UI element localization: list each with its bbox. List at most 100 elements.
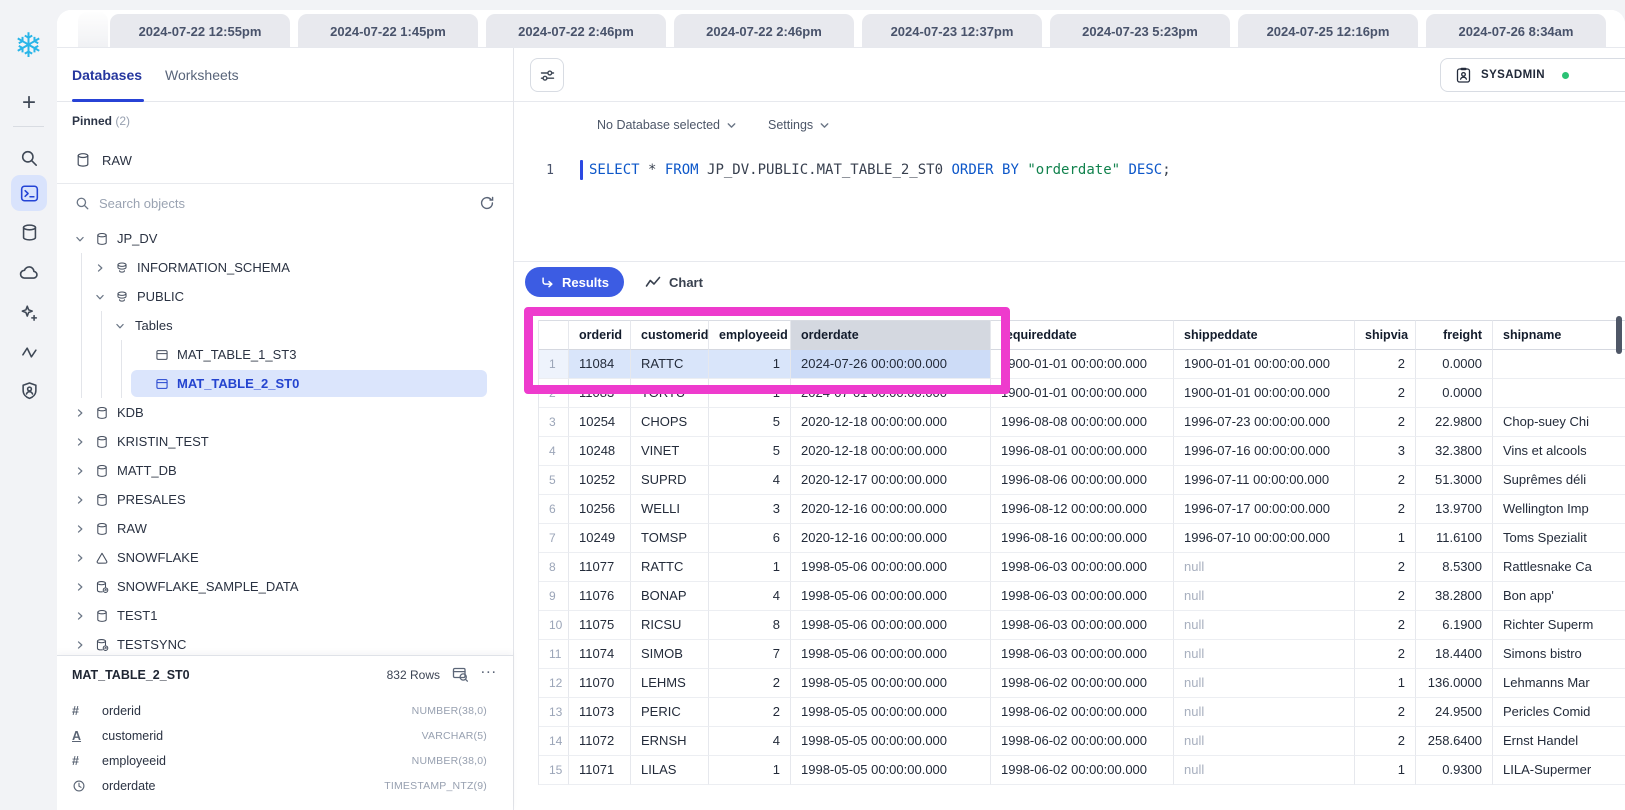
table-cell[interactable]: 1 (709, 379, 791, 408)
chevron-right-icon[interactable] (75, 553, 95, 563)
table-cell[interactable]: WELLI (631, 495, 709, 524)
table-cell[interactable]: 10248 (569, 437, 631, 466)
table-cell[interactable]: 1998-05-05 00:00:00.000 (791, 698, 991, 727)
table-cell[interactable]: 1996-08-06 00:00:00.000 (991, 466, 1174, 495)
table-cell[interactable]: Lehmanns Mar (1493, 669, 1625, 698)
database-selector[interactable]: No Database selected (597, 102, 737, 148)
table-cell[interactable]: 18.4400 (1416, 640, 1493, 669)
table-cell[interactable]: 1 (1355, 669, 1416, 698)
row-number-cell[interactable]: 15 (539, 756, 569, 785)
chevron-down-icon[interactable] (75, 234, 95, 244)
table-cell[interactable]: 2 (1355, 408, 1416, 437)
table-cell[interactable]: 1998-05-06 00:00:00.000 (791, 640, 991, 669)
table-cell[interactable]: Chop-suey Chi (1493, 408, 1625, 437)
table-cell[interactable]: 2 (709, 669, 791, 698)
table-cell[interactable]: ERNSH (631, 727, 709, 756)
table-cell[interactable]: 1996-08-01 00:00:00.000 (991, 437, 1174, 466)
table-cell[interactable]: LILA-Supermer (1493, 756, 1625, 785)
chevron-right-icon[interactable] (75, 640, 95, 650)
table-cell[interactable]: 1998-05-06 00:00:00.000 (791, 582, 991, 611)
table-cell[interactable]: TORTU (631, 379, 709, 408)
worksheet-tab[interactable]: 2024-07-26 8:34am (1426, 14, 1606, 48)
table-cell[interactable]: 5 (709, 437, 791, 466)
table-cell[interactable]: 258.6400 (1416, 727, 1493, 756)
table-cell[interactable]: null (1174, 727, 1355, 756)
table-cell[interactable]: 2 (1355, 611, 1416, 640)
table-cell[interactable]: 1900-01-01 00:00:00.000 (1174, 350, 1355, 379)
column-header-employeeid[interactable]: employeeid (709, 320, 791, 350)
table-cell[interactable]: 1998-05-05 00:00:00.000 (791, 727, 991, 756)
row-number-cell[interactable]: 12 (539, 669, 569, 698)
table-cell[interactable]: VINET (631, 437, 709, 466)
table-cell[interactable]: 4 (709, 582, 791, 611)
column-header-freight[interactable]: freight (1416, 320, 1493, 350)
chevron-right-icon[interactable] (75, 582, 95, 592)
tree-item-kdb[interactable]: KDB (57, 398, 513, 427)
table-cell[interactable]: 1900-01-01 00:00:00.000 (991, 350, 1174, 379)
new-worksheet-button[interactable]: + (11, 85, 47, 121)
role-selector-button[interactable]: SYSADMIN (1440, 58, 1625, 92)
table-cell[interactable]: Pericles Comid (1493, 698, 1625, 727)
chevron-right-icon[interactable] (75, 495, 95, 505)
row-number-cell[interactable]: 6 (539, 495, 569, 524)
worksheet-tab[interactable]: 2024-07-22 1:45pm (298, 14, 478, 48)
table-cell[interactable]: LEHMS (631, 669, 709, 698)
table-cell[interactable]: 1 (709, 756, 791, 785)
table-cell[interactable]: 1998-05-05 00:00:00.000 (791, 669, 991, 698)
table-cell[interactable]: 2020-12-16 00:00:00.000 (791, 495, 991, 524)
table-cell[interactable]: 11071 (569, 756, 631, 785)
worksheet-tab[interactable]: 2024-07-25 12:16pm (1238, 14, 1418, 48)
table-cell[interactable]: 32.3800 (1416, 437, 1493, 466)
table-cell[interactable]: 10249 (569, 524, 631, 553)
row-number-cell[interactable]: 5 (539, 466, 569, 495)
table-cell[interactable]: null (1174, 640, 1355, 669)
table-cell[interactable]: 2024-07-26 00:00:00.000 (791, 350, 991, 379)
table-cell[interactable]: 1 (1355, 524, 1416, 553)
table-cell[interactable]: Simons bistro (1493, 640, 1625, 669)
tree-item-information_schema[interactable]: INFORMATION_SCHEMA (57, 253, 513, 282)
tree-item-test1[interactable]: TEST1 (57, 601, 513, 630)
column-header-customerid[interactable]: customerid (631, 320, 709, 350)
table-cell[interactable]: Vins et alcools (1493, 437, 1625, 466)
table-cell[interactable]: 13.9700 (1416, 495, 1493, 524)
table-cell[interactable]: 1996-08-08 00:00:00.000 (991, 408, 1174, 437)
table-cell[interactable]: 2 (1355, 698, 1416, 727)
table-cell[interactable]: 2020-12-18 00:00:00.000 (791, 437, 991, 466)
table-cell[interactable]: 1998-05-05 00:00:00.000 (791, 756, 991, 785)
table-cell[interactable]: null (1174, 611, 1355, 640)
results-scrollbar[interactable] (1616, 316, 1622, 354)
table-cell[interactable]: 4 (709, 727, 791, 756)
table-cell[interactable] (1493, 379, 1625, 408)
tree-item-tables[interactable]: Tables (57, 311, 513, 340)
table-cell[interactable]: 0.0000 (1416, 350, 1493, 379)
table-cell[interactable]: Rattlesnake Ca (1493, 553, 1625, 582)
activity-nav-button[interactable] (11, 334, 47, 370)
table-cell[interactable]: 2020-12-16 00:00:00.000 (791, 524, 991, 553)
table-cell[interactable]: PERIC (631, 698, 709, 727)
table-cell[interactable]: 1 (709, 553, 791, 582)
table-cell[interactable]: TOMSP (631, 524, 709, 553)
chevron-right-icon[interactable] (75, 611, 95, 621)
tree-item-public[interactable]: PUBLIC (57, 282, 513, 311)
table-cell[interactable]: 7 (709, 640, 791, 669)
tree-item-mat_table_1_st3[interactable]: MAT_TABLE_1_ST3 (57, 340, 513, 369)
table-cell[interactable]: 2 (1355, 553, 1416, 582)
table-cell[interactable]: 3 (709, 495, 791, 524)
table-cell[interactable]: 2 (1355, 495, 1416, 524)
table-cell[interactable]: 11076 (569, 582, 631, 611)
pinned-item-raw[interactable]: RAW (57, 142, 513, 178)
table-cell[interactable]: 11077 (569, 553, 631, 582)
row-number-cell[interactable]: 1 (539, 350, 569, 379)
column-header-shipname[interactable]: shipname (1493, 320, 1625, 350)
table-cell[interactable]: 2 (1355, 379, 1416, 408)
table-cell[interactable]: 1998-06-03 00:00:00.000 (991, 553, 1174, 582)
tree-item-matt_db[interactable]: MATT_DB (57, 456, 513, 485)
chevron-right-icon[interactable] (75, 437, 95, 447)
table-cell[interactable]: 11070 (569, 669, 631, 698)
table-cell[interactable]: 2020-12-18 00:00:00.000 (791, 408, 991, 437)
table-cell[interactable]: Richter Superm (1493, 611, 1625, 640)
tree-item-raw[interactable]: RAW (57, 514, 513, 543)
table-cell[interactable]: 1996-08-16 00:00:00.000 (991, 524, 1174, 553)
table-cell[interactable]: 1996-07-10 00:00:00.000 (1174, 524, 1355, 553)
row-number-cell[interactable]: 8 (539, 553, 569, 582)
